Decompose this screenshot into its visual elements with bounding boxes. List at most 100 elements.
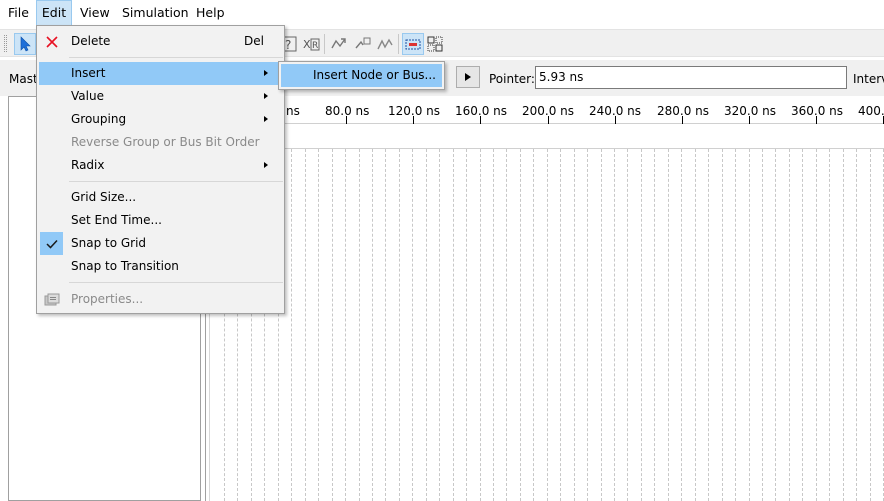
grid-line <box>560 149 561 501</box>
grid-line <box>722 149 723 501</box>
waveform-area[interactable]: ns 80.0 ns 120.0 ns 160.0 ns 200.0 ns 24… <box>205 96 884 501</box>
random-value-button[interactable] <box>374 33 396 55</box>
tick-label: 320.0 ns <box>724 104 777 118</box>
count-value-button[interactable] <box>328 33 350 55</box>
pointer-label: Pointer: <box>489 72 535 86</box>
submenu-arrow-icon <box>264 93 268 99</box>
ruler-subrow <box>206 124 884 149</box>
tick-label: 400.0 <box>858 104 884 118</box>
menu-help[interactable]: Help <box>192 0 229 26</box>
grid-line <box>627 149 628 501</box>
menu-simulation[interactable]: Simulation <box>118 0 193 26</box>
menu-item-grouping[interactable]: Grouping <box>39 108 282 131</box>
tick-label: 80.0 ns <box>325 104 370 118</box>
menu-item-insert[interactable]: Insert <box>39 62 282 85</box>
play-triangle-icon <box>465 73 471 81</box>
menu-item-insert-node-or-bus[interactable]: Insert Node or Bus... <box>281 64 442 87</box>
grid-line <box>439 149 440 501</box>
next-transition-button[interactable] <box>456 66 480 88</box>
grid-line <box>681 149 682 501</box>
svg-text:?: ? <box>285 38 291 52</box>
menu-item-label: Insert Node or Bus... <box>313 68 436 82</box>
svg-text:X: X <box>303 38 311 51</box>
time-ruler[interactable]: ns 80.0 ns 120.0 ns 160.0 ns 200.0 ns 24… <box>206 96 884 124</box>
selection-tool-button[interactable] <box>14 33 36 55</box>
tick-label: 360.0 ns <box>791 104 844 118</box>
pointer-field[interactable]: 5.93 ns <box>535 66 847 89</box>
snap-to-grid-button[interactable] <box>402 33 424 55</box>
grid-line <box>802 149 803 501</box>
grid-line <box>735 149 736 501</box>
grid-line <box>399 149 400 501</box>
grid-line <box>789 149 790 501</box>
master-time-bar-label: Mast <box>9 72 38 86</box>
submenu-arrow-icon <box>264 162 268 168</box>
grid-line <box>601 149 602 501</box>
menu-item-label: Properties... <box>71 292 144 306</box>
grid-line <box>870 149 871 501</box>
close-icon <box>43 33 61 51</box>
grid-line <box>668 149 669 501</box>
grid-line <box>291 149 292 501</box>
grid-line <box>453 149 454 501</box>
menu-item-label: Insert <box>71 66 106 80</box>
clock-value-button[interactable] <box>352 33 374 55</box>
menu-bar: File Edit View Simulation Help <box>0 0 884 26</box>
menu-view[interactable]: View <box>76 0 114 26</box>
grid-select-button[interactable] <box>425 33 447 55</box>
invert-value-button[interactable]: XR <box>300 33 322 55</box>
grid-line <box>856 149 857 501</box>
grid-line <box>574 149 575 501</box>
insert-submenu: Insert Node or Bus... <box>278 61 445 90</box>
grid-line <box>426 149 427 501</box>
grid-select-icon <box>427 36 443 52</box>
svg-text:R: R <box>312 41 318 51</box>
menu-edit[interactable]: Edit <box>36 0 72 26</box>
menu-item-snap-to-transition[interactable]: Snap to Transition <box>39 255 282 278</box>
grid-line <box>520 149 521 501</box>
menu-item-grid-size[interactable]: Grid Size... <box>39 186 282 209</box>
toolbar-grip[interactable] <box>4 35 7 52</box>
menu-item-label: Delete <box>71 34 111 48</box>
menu-item-delete[interactable]: Delete Del <box>39 30 282 53</box>
interval-label: Interv <box>853 72 884 86</box>
wave-arrow-icon <box>331 38 346 49</box>
grid-line <box>816 149 817 501</box>
snap-grid-icon <box>405 39 421 50</box>
menu-item-properties[interactable]: Properties... <box>39 288 282 311</box>
grid-line <box>708 149 709 501</box>
menu-item-snap-to-grid[interactable]: Snap to Grid <box>39 232 282 255</box>
menu-item-label: Value <box>71 89 104 103</box>
grid-line <box>493 149 494 501</box>
menu-item-set-end-time[interactable]: Set End Time... <box>39 209 282 232</box>
menu-item-label: Snap to Transition <box>71 259 179 273</box>
grid-line <box>305 149 306 501</box>
pointer-arrow-icon <box>20 36 31 52</box>
menu-item-label: Grouping <box>71 112 127 126</box>
grid-line <box>587 149 588 501</box>
menu-item-label: Grid Size... <box>71 190 137 204</box>
grid-line <box>654 149 655 501</box>
menu-item-reverse-group[interactable]: Reverse Group or Bus Bit Order <box>39 131 282 154</box>
random-wave-icon <box>377 38 393 50</box>
clock-arrow-icon <box>355 37 371 49</box>
menu-item-label: Snap to Grid <box>71 236 147 250</box>
menu-item-shortcut: Del <box>244 34 264 48</box>
grid-line <box>466 149 467 501</box>
menu-item-radix[interactable]: Radix <box>39 154 282 177</box>
submenu-arrow-icon <box>264 70 268 76</box>
menu-item-value[interactable]: Value <box>39 85 282 108</box>
grid-line <box>359 149 360 501</box>
submenu-arrow-icon <box>264 116 268 122</box>
grid-line <box>762 149 763 501</box>
menu-file[interactable]: File <box>4 0 33 26</box>
tick-label: 280.0 ns <box>657 104 710 118</box>
x-reverse-icon: XR <box>303 38 320 51</box>
edit-menu-dropdown: Delete Del Insert Value Grouping Reverse… <box>36 25 285 314</box>
grid-line <box>385 149 386 501</box>
grid-line <box>480 149 481 501</box>
menu-item-label: Set End Time... <box>71 213 162 227</box>
grid-line <box>372 149 373 501</box>
grid-line <box>412 149 413 501</box>
grid-line <box>506 149 507 501</box>
